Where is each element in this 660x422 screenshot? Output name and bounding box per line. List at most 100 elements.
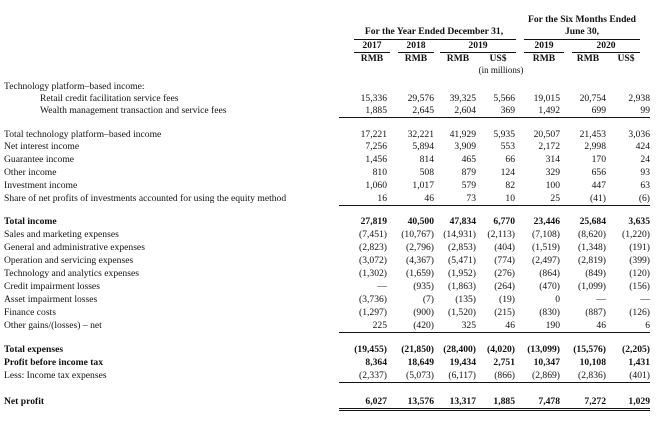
row-other-gains-losses: Other gains/(losses) – net 225 (420) 325 46 1… [0,319,660,333]
value-cell: 40,500 [407,216,434,227]
value-cell: (19,455) [354,344,387,355]
value-cell: (399) [629,255,650,266]
value-cell: 7,272 [558,395,606,411]
value-cell: 1,029 [602,395,650,411]
value-cell: 329 [545,167,560,178]
value-cell: 46 [558,319,606,333]
value-cell: 5,894 [412,141,434,152]
row-operation-servicing-expenses: Operation and servicing expenses (3,072) (… [0,254,660,267]
value-cell: 46 [467,319,515,333]
row-label: Finance costs [4,307,56,318]
six-months-group-header-line2: June 30, [564,26,600,37]
value-cell: 8,364 [365,357,387,368]
row-label: Other income [4,167,57,178]
value-cell: 1,492 [512,104,560,118]
value-cell: (4,020) [487,344,515,355]
row-investment-income: Investment income 1,060 1,017 579 82 100 447 63 [0,179,660,192]
row-general-admin-expenses: General and administrative expenses (2,82… [0,241,660,254]
value-cell: (774) [494,255,515,266]
value-cell: (849) [585,268,606,279]
value-cell: (2,823) [359,242,387,253]
row-sales-marketing-expenses: Sales and marketing expenses (7,451) (10,7… [0,228,660,241]
value-cell: (1,302) [359,268,387,279]
row-label: Operation and servicing expenses [4,255,134,266]
value-cell: 25 [512,192,560,206]
column-currency: US$ [617,53,635,64]
value-cell: (2,337) [339,369,387,383]
column-year-2019-group: 2019 [468,40,488,51]
column-year-2018: 2018 [406,40,426,51]
financial-table-page: { "header": { "year_group": "For the Yea… [0,0,660,422]
value-cell: (404) [494,242,515,253]
value-cell: 100 [545,180,560,191]
value-cell: 810 [372,167,387,178]
value-cell: 190 [512,319,560,333]
value-cell: (264) [494,281,515,292]
value-cell: (1,220) [622,229,650,240]
value-cell: (866) [467,369,515,383]
row-finance-costs: Finance costs (1,297) (900) (1,520) (215) (83… [0,306,660,319]
row-label: Other gains/(losses) – net [4,320,102,331]
value-cell: 25,684 [579,216,606,227]
column-year-2017: 2017 [362,40,382,51]
value-cell: (1,099) [578,281,606,292]
value-cell: 46 [386,192,434,206]
value-cell: 0 [555,294,560,305]
value-cell: (1,519) [532,242,560,253]
value-cell: 66 [505,154,515,165]
row-label: General and administrative expenses [4,242,145,253]
value-cell: 18,649 [407,357,434,368]
value-cell: 24 [640,154,650,165]
row-asset-impairment-losses: Asset impairment losses (3,736) (7) (135) (1… [0,293,660,306]
value-cell: 10,108 [579,357,606,368]
value-cell: 124 [500,167,515,178]
value-cell: (470) [539,281,560,292]
value-cell: 3,635 [628,216,650,227]
row-share-of-net-profits: Share of net profits of investments acco… [0,192,660,206]
row-net-profit: Net profit 6,027 13,576 13,317 1,885 7,478 7,2… [0,395,660,411]
value-cell: 424 [635,141,650,152]
row-guarantee-income: Guarantee income 1,456 814 465 66 314 170 24 [0,153,660,166]
column-year-2020-group: 2020 [596,40,616,51]
value-cell: (2,113) [487,229,515,240]
value-cell: 16 [339,192,387,206]
value-cell: (2,796) [406,242,434,253]
value-cell: (156) [629,281,650,292]
value-cell: 6,770 [493,216,515,227]
row-total-income: Total income 27,819 40,500 47,834 6,770 23,44… [0,215,660,228]
value-cell: 23,446 [533,216,560,227]
value-cell: 6 [602,319,650,333]
value-cell: (19) [499,294,515,305]
value-cell: (3,736) [359,294,387,305]
value-cell: (41) [558,192,606,206]
value-cell: 2,751 [493,357,515,368]
row-profit-before-tax: Profit before income tax 8,364 18,649 19,43… [0,356,660,369]
value-cell: (7,108) [532,229,560,240]
value-cell: (864) [539,268,560,279]
value-cell: (935) [413,281,434,292]
value-cell: 13,576 [386,395,434,411]
value-cell: 2,998 [584,141,606,152]
value-cell: (7) [422,294,434,305]
value-cell: 7,256 [365,141,387,152]
row-label: Wealth management transaction and servic… [40,105,227,116]
value-cell: (2,497) [532,255,560,266]
value-cell: 2,645 [386,104,434,118]
value-cell: (900) [413,307,434,318]
row-technology-analytics-expenses: Technology and analytics expenses (1,302)… [0,267,660,280]
row-label: Investment income [4,180,78,191]
value-cell: (2,869) [512,369,560,383]
row-income-tax-expenses: Less: Income tax expenses (2,337) (5,073) (… [0,369,660,383]
value-cell: 225 [339,319,387,333]
value-cell: 1,885 [467,395,515,411]
value-cell: (2,836) [558,369,606,383]
row-label: Guarantee income [4,154,75,165]
value-cell: 1,885 [339,104,387,118]
value-cell: (3,072) [359,255,387,266]
value-cell: 814 [419,154,434,165]
value-cell: (2,819) [578,255,606,266]
value-cell: 10,347 [533,357,560,368]
value-cell: 699 [558,104,606,118]
value-cell: (15,576) [573,344,606,355]
row-total-expenses: Total expenses (19,455) (21,850) (28,400) (4… [0,343,660,356]
